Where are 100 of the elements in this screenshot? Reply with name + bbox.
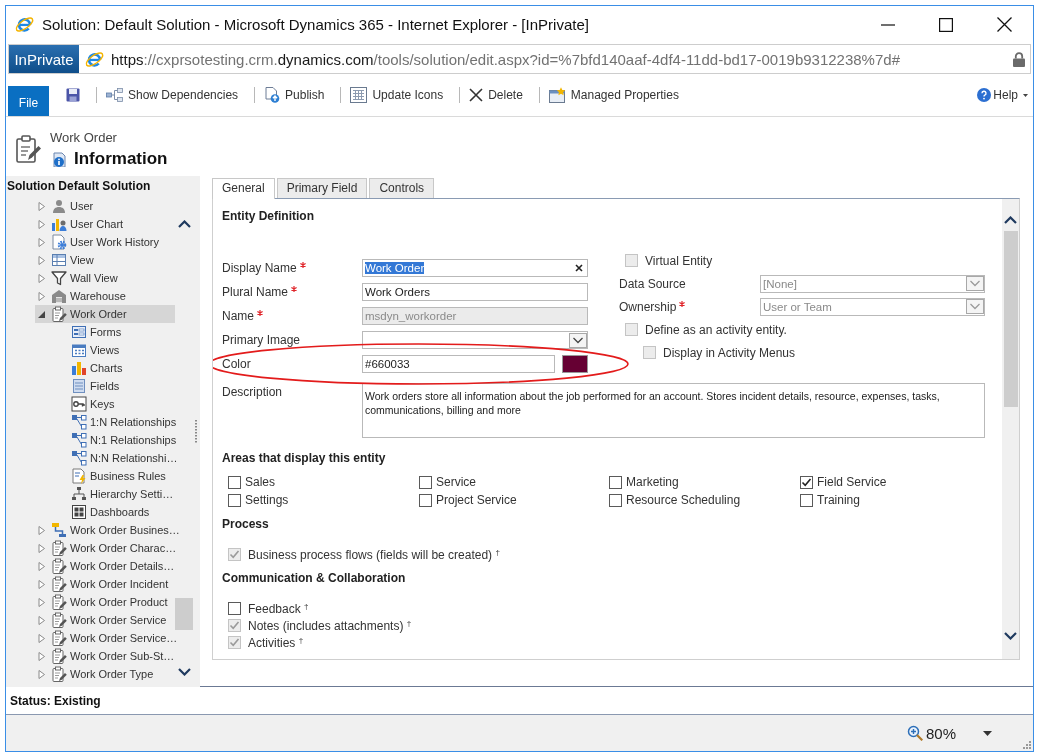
chevron-up-icon[interactable] — [177, 220, 191, 228]
checkbox-label: Marketing — [626, 475, 679, 489]
checkbox-label: Resource Scheduling — [626, 493, 741, 507]
checkbox[interactable] — [609, 475, 622, 489]
tree-item[interactable]: N:1 Relationships — [35, 431, 175, 449]
inprivate-badge: InPrivate — [9, 45, 79, 73]
field-label: Plural Name — [222, 285, 289, 299]
diagram-icon — [106, 88, 123, 102]
tree-item[interactable]: Work Order Service — [35, 611, 175, 629]
scrollbar-thumb[interactable] — [175, 598, 193, 630]
tree-item[interactable]: User Work History — [35, 233, 175, 251]
tree-item[interactable]: Work Order Sub-St… — [35, 647, 175, 665]
checkbox[interactable] — [228, 475, 241, 489]
tree-item[interactable]: Work Order Type — [35, 665, 175, 683]
chevron-down-icon[interactable] — [1004, 632, 1017, 640]
text-field[interactable]: Work Orders — [362, 283, 588, 301]
tree-item[interactable]: Work Order Service… — [35, 629, 175, 647]
checkbox-label: Activities $^{†}$ — [248, 635, 304, 650]
tree-item[interactable]: 1:N Relationships — [35, 413, 175, 431]
tree-item[interactable]: Keys — [35, 395, 175, 413]
chevron-down-icon — [966, 299, 984, 314]
tree-item[interactable]: Work Order Incident — [35, 575, 175, 593]
tree-item[interactable]: View — [35, 251, 175, 269]
tree-item[interactable]: User — [35, 197, 175, 215]
scrollbar-thumb[interactable] — [1003, 231, 1018, 407]
section-heading: Areas that display this entity — [222, 451, 387, 465]
url-field[interactable]: https://cxprsotesting.crm.dynamics.com/tools/solution/edit.aspx?id=%7bfd140aaf-4df4-11dd-bd17-0019b9312238%7d# — [111, 50, 900, 68]
resize-grip-icon[interactable] — [1023, 741, 1031, 749]
managed-properties-button[interactable]: Managed Properties — [548, 86, 679, 104]
funnel-icon — [51, 270, 67, 286]
window-title: Solution: Default Solution - Microsoft Dynamics 365 - Internet Explorer - [InPrivate] — [42, 16, 589, 33]
checkbox[interactable] — [609, 493, 622, 507]
clipboard-pencil-icon — [51, 612, 67, 628]
clipboard-pencil-icon — [51, 648, 67, 664]
caret-down-icon[interactable] — [983, 730, 992, 736]
publish-button[interactable]: Publish — [264, 86, 325, 104]
dropdown-field[interactable] — [362, 331, 588, 349]
checkbox[interactable] — [800, 475, 813, 489]
checkbox-label: Sales — [245, 475, 276, 489]
tab[interactable]: Controls — [369, 178, 435, 198]
tree-item[interactable]: Work Order Product — [35, 593, 175, 611]
calendar-icon — [71, 342, 87, 358]
list-icon — [71, 378, 87, 394]
linked-boxes-icon — [71, 432, 87, 448]
chevron-down-icon[interactable] — [177, 668, 191, 676]
linked-boxes-icon — [71, 450, 87, 466]
tab[interactable]: Primary Field — [276, 178, 368, 198]
tree-item[interactable]: Wall View — [35, 269, 175, 287]
update-icons-button[interactable]: Update Icons — [350, 86, 444, 104]
clear-icon[interactable] — [575, 264, 583, 272]
show-dependencies-button[interactable]: Show Dependencies — [106, 86, 239, 104]
chevron-up-icon[interactable] — [1004, 216, 1017, 224]
color-field[interactable]: #660033 — [362, 355, 555, 373]
help-button[interactable]: Help — [977, 86, 1028, 104]
tab[interactable]: General — [212, 178, 275, 199]
field-label: Color — [222, 357, 251, 371]
tree-item[interactable]: Dashboards — [35, 503, 175, 521]
tree-item[interactable]: User Chart — [35, 215, 175, 233]
field-label: Description — [222, 385, 283, 399]
chevron-down-icon — [569, 332, 587, 348]
grid-icon — [350, 87, 368, 103]
close-icon — [996, 17, 1012, 32]
zoom-icon — [906, 725, 923, 741]
checkbox[interactable] — [228, 602, 241, 615]
clipboard-pencil-icon — [51, 558, 67, 574]
field-label: Ownership — [619, 299, 677, 314]
zoom-button[interactable]: 80% — [906, 724, 956, 742]
tree-item[interactable]: Charts — [35, 359, 175, 377]
tree-item[interactable]: Views — [35, 341, 175, 359]
checkbox-label: Settings — [245, 493, 289, 507]
section-heading: Process — [222, 517, 270, 531]
tree-item[interactable]: Work Order Details… — [35, 557, 175, 575]
description-field[interactable]: Work orders store all information about the job performed for an account. Stores incident details, resource, expenses, tasks, communications, billing and more — [362, 383, 985, 438]
tree-item[interactable]: Hierarchy Setti… — [35, 485, 175, 503]
checkbox-label: Business process flows (fields will be created) $^{†}$ — [248, 547, 500, 562]
section-heading: Communication & Collaboration — [222, 571, 407, 585]
clipboard-pencil-icon — [51, 630, 67, 646]
entity-name: Work Order — [50, 131, 118, 145]
clipboard-pencil-icon — [51, 576, 67, 592]
save-button[interactable] — [66, 86, 80, 104]
document-arrow-icon — [264, 87, 281, 103]
tree-item[interactable]: Fields — [35, 377, 175, 395]
flow-icon — [51, 522, 67, 538]
checkbox-label: Notes (includes attachments) $^{†}$ — [248, 618, 412, 633]
checkbox[interactable] — [419, 475, 432, 489]
tree-item[interactable]: Warehouse — [35, 287, 175, 305]
tree-item[interactable]: N:N Relationshi… — [35, 449, 175, 467]
checkbox[interactable] — [419, 493, 432, 507]
checkbox[interactable] — [800, 493, 813, 507]
tree-item[interactable]: Business Rules — [35, 467, 175, 485]
clipboard-pencil-icon — [51, 540, 67, 556]
file-button[interactable]: File — [8, 86, 49, 116]
delete-button[interactable]: Delete — [469, 86, 523, 104]
checkbox[interactable] — [228, 493, 241, 507]
tree-item[interactable]: Work Order Charac… — [35, 539, 175, 557]
tree-item[interactable]: Work Order — [35, 305, 175, 323]
tree-item[interactable]: Forms — [35, 323, 175, 341]
swatch-icon[interactable] — [562, 355, 588, 373]
sidebar-title: Solution Default Solution — [6, 178, 152, 195]
text-field[interactable]: Work Order — [362, 259, 588, 277]
